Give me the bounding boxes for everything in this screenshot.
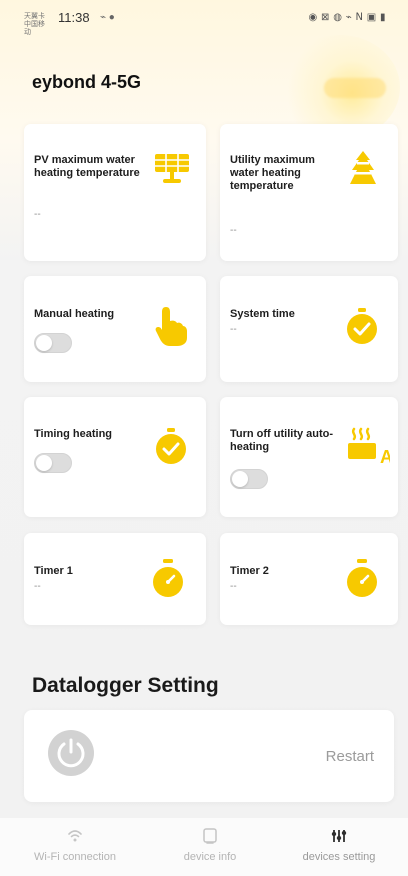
timer-icon bbox=[150, 558, 186, 600]
card-title: Manual heating bbox=[34, 308, 115, 320]
card-title: Timing heating bbox=[34, 428, 113, 440]
screen: 天翼卡 中国移动 11:38 ⌁ ● ◉ ⊠ ◍ ⌁ 𝖭 ▣ ▮ eybond … bbox=[0, 0, 408, 876]
tab-label: devices setting bbox=[302, 851, 376, 863]
toggle-knob bbox=[36, 335, 52, 351]
bottom-tab-bar: Wi-Fi connection device info devices set… bbox=[0, 818, 408, 876]
timing-heating-toggle[interactable] bbox=[34, 453, 72, 473]
timer-icon bbox=[344, 558, 380, 600]
tab-wifi-connection[interactable]: Wi-Fi connection bbox=[0, 818, 150, 876]
utility-max-water-temp-card[interactable]: Utility maximum water heating temperatur… bbox=[220, 124, 398, 261]
sun-glow-bar bbox=[324, 78, 386, 98]
tab-devices-setting[interactable]: devices setting bbox=[270, 818, 408, 876]
status-small-icons: ⌁ ● bbox=[100, 12, 115, 23]
card-title: System time bbox=[230, 308, 295, 320]
card-value: -- bbox=[34, 581, 41, 592]
utility-tower-icon bbox=[343, 148, 383, 190]
toggle-knob bbox=[232, 471, 248, 487]
pv-max-water-temp-card[interactable]: PV maximum water heating temperature -- bbox=[24, 124, 206, 261]
card-title: PV maximum water heating temperature bbox=[34, 154, 140, 179]
system-time-card[interactable]: System time -- bbox=[220, 276, 398, 382]
timer-1-card[interactable]: Timer 1 -- bbox=[24, 533, 206, 625]
toggle-knob bbox=[36, 455, 52, 471]
timer-2-card[interactable]: Timer 2 -- bbox=[220, 533, 398, 625]
auto-heating-icon: A bbox=[344, 425, 390, 467]
status-right-icons: ◉ ⊠ ◍ ⌁ 𝖭 ▣ ▮ bbox=[308, 12, 386, 23]
status-bar: 天翼卡 中国移动 11:38 ⌁ ● ◉ ⊠ ◍ ⌁ 𝖭 ▣ ▮ bbox=[0, 0, 408, 36]
card-value: -- bbox=[230, 225, 237, 236]
card-value: -- bbox=[230, 324, 237, 335]
card-value: -- bbox=[34, 209, 41, 220]
card-title: Timer 1 bbox=[34, 565, 73, 577]
manual-heating-card[interactable]: Manual heating bbox=[24, 276, 206, 382]
stopwatch-check-icon bbox=[344, 307, 380, 347]
tab-label: device info bbox=[183, 851, 237, 863]
device-name: eybond 4-5G bbox=[32, 72, 142, 92]
timing-heating-card[interactable]: Timing heating bbox=[24, 397, 206, 517]
turn-off-utility-auto-heating-toggle[interactable] bbox=[230, 469, 268, 489]
restart-label[interactable]: Restart bbox=[326, 748, 374, 765]
datalogger-section-title: Datalogger Setting bbox=[32, 674, 219, 697]
settings-sliders-icon bbox=[329, 826, 349, 846]
status-time: 11:38 bbox=[58, 10, 90, 25]
turn-off-utility-auto-heating-card[interactable]: Turn off utility auto-heating A bbox=[220, 397, 398, 517]
card-value: -- bbox=[230, 581, 237, 592]
power-icon[interactable] bbox=[48, 730, 94, 776]
restart-card[interactable]: Restart bbox=[24, 710, 394, 802]
solar-panel-icon bbox=[152, 151, 192, 187]
carrier-text: 天翼卡 中国移动 bbox=[24, 13, 45, 36]
tab-label: Wi-Fi connection bbox=[34, 851, 116, 863]
svg-text:A: A bbox=[380, 447, 390, 467]
card-title: Turn off utility auto-heating bbox=[230, 428, 334, 453]
stopwatch-check-icon bbox=[153, 427, 189, 467]
wifi-icon bbox=[65, 826, 85, 846]
tab-device-info[interactable]: device info bbox=[150, 818, 270, 876]
manual-heating-toggle[interactable] bbox=[34, 333, 72, 353]
device-icon bbox=[200, 826, 220, 846]
touch-hand-icon bbox=[152, 303, 188, 347]
card-title: Timer 2 bbox=[230, 565, 269, 577]
card-title: Utility maximum water heating temperatur… bbox=[230, 154, 315, 192]
